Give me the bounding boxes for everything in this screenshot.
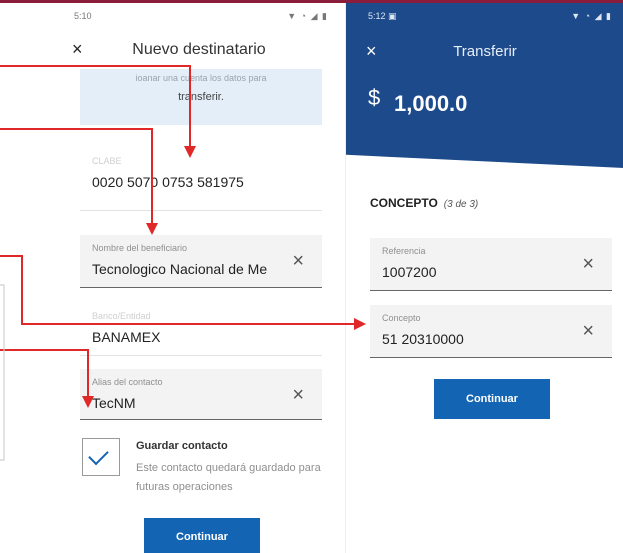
reference-value: 1007200 [382,264,437,280]
transfer-amount: 1,000.0 [394,91,468,116]
clear-icon[interactable]: × [582,321,594,341]
save-contact-title: Guardar contacto [136,440,228,452]
beneficiary-name-field[interactable]: Nombre del beneficiario Tecnologico Naci… [80,235,322,288]
status-bar: 5:10 ▼ ◔ ◢ ▮ [58,3,340,27]
concept-label: Concepto [382,313,421,323]
bank-value: BANAMEX [92,329,161,345]
bank-label: Banco/Entidad [92,311,151,321]
status-time: 5:12 ▣ [368,11,397,21]
currency-symbol: $ [368,85,381,110]
clear-icon[interactable]: × [292,385,304,405]
reference-label: Referencia [382,246,426,256]
info-banner: ioanar una cuenta los datos para transfe… [80,69,322,125]
page-title: Nuevo destinatario [132,41,266,58]
concept-section-heading: CONCEPTO (3 de 3) [370,196,478,210]
clear-icon[interactable]: × [582,254,594,274]
info-text-line1: ioanar una cuenta los datos para [135,73,267,83]
info-text-line2: transferir. [178,91,224,103]
clear-icon[interactable]: × [292,251,304,271]
contact-alias-label: Alias del contacto [92,377,163,387]
beneficiary-name-label: Nombre del beneficiario [92,243,188,253]
concept-heading-text: CONCEPTO [370,196,438,210]
clabe-field[interactable]: CLABE 0020 5070 0753 581975 [80,148,322,211]
clabe-label: CLABE [92,156,122,166]
status-bar: 5:12 ▣ ▼ ◔ ◢ ▮ [346,3,623,27]
contact-alias-field[interactable]: Alias del contacto TecNM × [80,369,322,420]
reference-field[interactable]: Referencia 1007200 × [370,238,612,291]
background-frame-edge [0,284,5,461]
app-bar: × Nuevo destinatario [58,27,340,71]
page-title: Transferir [453,43,517,60]
save-contact-description: Este contacto quedará guardado para futu… [136,462,321,493]
beneficiary-name-value: Tecnologico Nacional de Me [92,261,268,277]
concept-field[interactable]: Concepto 51 20310000 × [370,305,612,358]
bank-field[interactable]: Banco/Entidad BANAMEX [80,303,322,356]
save-contact-checkbox[interactable] [82,438,120,476]
transfer-header: 5:12 ▣ ▼ ◔ ◢ ▮ × Transferir $ 1,000.0 [346,3,623,168]
clabe-value: 0020 5070 0753 581975 [92,174,244,190]
concept-value: 51 20310000 [382,331,464,347]
phone-new-recipient: 5:10 ▼ ◔ ◢ ▮ × Nuevo destinatario ioanar… [58,3,340,553]
step-indicator: (3 de 3) [443,199,479,210]
continue-button[interactable]: Continuar [434,379,550,419]
phone-transfer: 5:12 ▣ ▼ ◔ ◢ ▮ × Transferir $ 1,000.0 CO… [345,3,623,553]
status-icons: ▼ ◔ ◢ ▮ [287,11,328,21]
contact-alias-value: TecNM [92,395,136,411]
status-icons: ▼ ◔ ◢ ▮ [571,11,612,21]
checkmark-icon [88,444,109,466]
continue-button[interactable]: Continuar [144,518,260,553]
status-time: 5:10 [74,11,92,21]
